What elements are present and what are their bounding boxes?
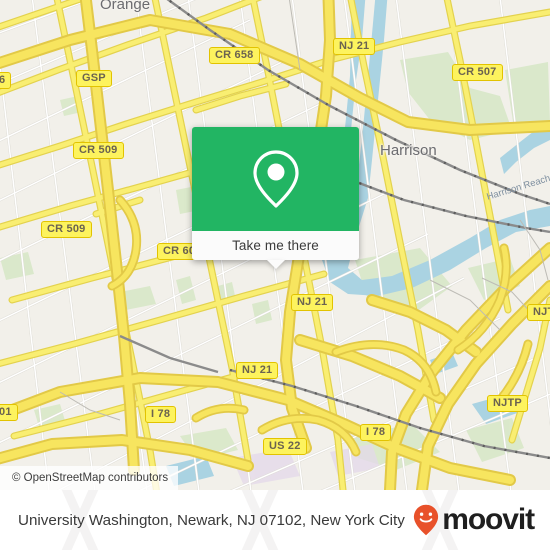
location-caption: University Washington, Newark, NJ 07102,… [18,511,405,529]
moovit-wordmark: moovit [442,503,535,536]
map-pin-icon [252,150,299,208]
popup-action-bar[interactable]: Take me there [192,231,359,260]
screenshot-root: Orange Harrison Harrison Reach CR 658 NJ… [0,0,550,550]
popup-pointer-tail [266,260,285,269]
map-attribution[interactable]: © OpenStreetMap contributors [0,466,179,490]
location-popup-card[interactable]: Take me there [192,127,359,269]
road-shield: CR 509 [41,221,92,238]
road-shield: NJ 21 [333,38,376,55]
road-shield: NJTP [487,395,528,412]
road-shield: US 22 [263,438,307,455]
road-shield: GSP [76,70,112,87]
road-shield: CR 658 [209,47,260,64]
road-shield: I 78 [145,406,177,423]
road-shield: 6 [0,72,12,89]
road-shield: NJ 21 [236,362,279,379]
attribution-text: © OpenStreetMap contributors [12,472,169,484]
road-shield: CR 507 [452,64,503,81]
map-place-label: Harrison [380,142,437,159]
road-shield: 01 [0,404,18,421]
road-shield: NJTP [527,304,550,321]
road-shield: CR 509 [73,142,124,159]
map-place-label: Orange [100,0,151,13]
moovit-logo: moovit [413,504,542,536]
popup-header [192,127,359,231]
footer-bar: University Washington, Newark, NJ 07102,… [0,490,550,550]
take-me-there-label: Take me there [232,238,319,253]
map-canvas[interactable]: Orange Harrison Harrison Reach CR 658 NJ… [0,0,550,490]
road-shield: I 78 [360,424,392,441]
moovit-smiley-pin-icon [414,504,439,536]
road-shield: NJ 21 [291,294,334,311]
